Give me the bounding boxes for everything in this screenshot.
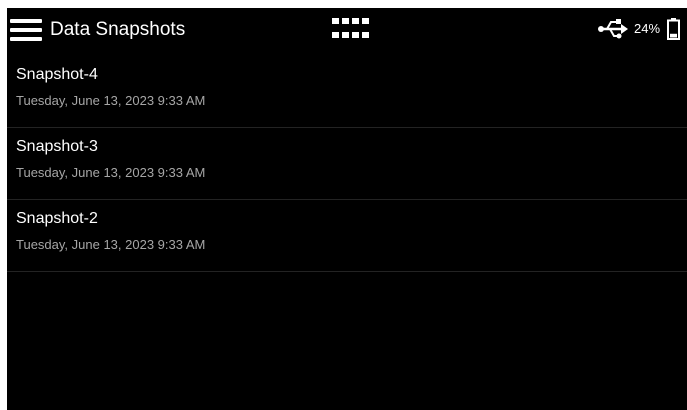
menu-bar-top xyxy=(10,19,42,23)
list-item[interactable]: Snapshot-3 Tuesday, June 13, 2023 9:33 A… xyxy=(7,128,687,200)
snapshot-list: Snapshot-4 Tuesday, June 13, 2023 9:33 A… xyxy=(7,56,687,272)
menu-bar-bottom xyxy=(10,37,42,41)
snapshot-name: Snapshot-4 xyxy=(16,66,98,83)
app-screen: Data Snapshots 24% Snapshot-4 Tuesday, J… xyxy=(7,8,687,410)
battery-icon xyxy=(667,18,680,40)
snapshot-date: Tuesday, June 13, 2023 9:33 AM xyxy=(16,93,206,108)
list-item[interactable]: Snapshot-4 Tuesday, June 13, 2023 9:33 A… xyxy=(7,56,687,128)
hamburger-menu-icon[interactable] xyxy=(10,19,42,41)
snapshot-date: Tuesday, June 13, 2023 9:33 AM xyxy=(16,237,206,252)
top-bar: Data Snapshots 24% xyxy=(7,8,687,52)
usb-icon xyxy=(598,19,628,39)
snapshot-name: Snapshot-3 xyxy=(16,138,98,155)
snapshot-date: Tuesday, June 13, 2023 9:33 AM xyxy=(16,165,206,180)
grid-icon[interactable] xyxy=(332,18,370,39)
menu-bar-middle xyxy=(10,28,42,32)
battery-percent: 24% xyxy=(634,21,661,36)
page-title: Data Snapshots xyxy=(50,19,186,40)
list-item[interactable]: Snapshot-2 Tuesday, June 13, 2023 9:33 A… xyxy=(7,200,687,272)
snapshot-name: Snapshot-2 xyxy=(16,210,98,227)
